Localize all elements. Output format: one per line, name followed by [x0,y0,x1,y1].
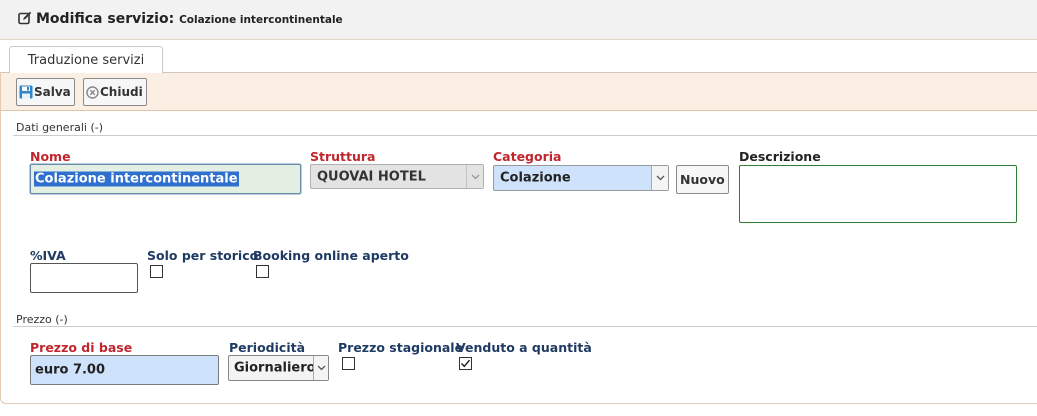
booking-online-checkbox[interactable] [256,265,269,278]
descrizione-textarea[interactable] [739,165,1017,223]
close-button-label: Chiudi [100,85,143,99]
descrizione-label: Descrizione [739,149,821,164]
periodicita-label: Periodicità [229,340,306,355]
section-price-divider [13,326,1037,327]
struttura-label: Struttura [310,149,376,164]
close-circle-icon [86,86,99,99]
floppy-icon [19,85,33,99]
solo-storico-checkbox[interactable] [150,265,163,278]
categoria-label: Categoria [493,149,562,164]
prezzo-stagionale-label: Prezzo stagionale [338,340,464,355]
section-price-label[interactable]: Prezzo (-) [16,313,68,326]
check-icon [460,359,471,368]
new-category-button[interactable]: Nuovo [676,165,729,194]
close-button[interactable]: Chiudi [83,78,147,106]
page-title: Modifica servizio: Colazione intercontin… [18,11,343,29]
save-button[interactable]: Salva [16,78,75,106]
section-general-divider [13,135,1037,136]
prezzo-base-value: euro 7.00 [35,362,106,378]
edit-icon [18,11,32,29]
struttura-select-value: QUOVAI HOTEL [317,169,426,184]
save-button-label: Salva [34,85,71,99]
periodicita-select[interactable]: Giornaliero [228,355,329,381]
prezzo-stagionale-checkbox[interactable] [342,357,355,370]
title-text: Modifica servizio: [36,11,175,27]
solo-storico-label: Solo per storico [147,248,259,263]
tab-traduzione-servizi[interactable]: Traduzione servizi [9,46,163,73]
iva-label: %IVA [30,248,66,263]
nome-input[interactable]: Colazione intercontinentale [30,164,301,194]
periodicita-select-value: Giornaliero [234,360,316,376]
venduto-quantita-checkbox[interactable] [459,357,472,370]
prezzo-base-label: Prezzo di base [30,340,133,355]
page-header: Modifica servizio: Colazione intercontin… [0,0,1037,40]
section-general-label[interactable]: Dati generali (-) [16,121,103,134]
categoria-select-value: Colazione [500,170,571,186]
booking-online-label: Booking online aperto [253,248,409,263]
venduto-quantita-label: Venduto a quantità [456,340,592,355]
chevron-down-icon [466,165,483,188]
chevron-down-icon [313,356,328,380]
iva-input[interactable] [30,263,138,293]
title-subtitle: Colazione intercontinentale [179,14,343,26]
struttura-select: QUOVAI HOTEL [310,164,484,189]
nome-input-value: Colazione intercontinentale [34,171,239,187]
categoria-select[interactable]: Colazione [493,165,669,191]
prezzo-base-input[interactable]: euro 7.00 [30,355,219,385]
chevron-down-icon [651,166,668,190]
nome-label: Nome [30,149,71,164]
toolbar: Salva Chiudi [1,73,1037,111]
